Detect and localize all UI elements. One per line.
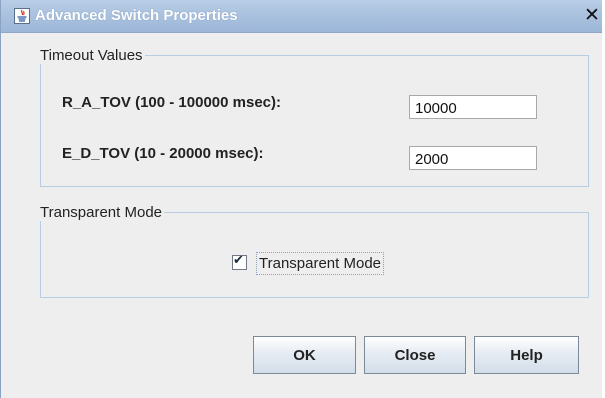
timeout-values-legend: Timeout Values [40,47,143,64]
transparent-mode-group: Transparent Mode [40,204,589,298]
advanced-switch-properties-dialog: Advanced Switch Properties ✕ Timeout Val… [0,0,602,398]
title-bar[interactable]: Advanced Switch Properties ✕ [1,0,602,33]
java-icon [14,8,30,24]
edtov-label: E_D_TOV (10 - 20000 msec): [62,145,264,162]
transparent-mode-checkbox[interactable]: ✔ [232,253,247,270]
ratov-input[interactable] [409,95,537,119]
ratov-label: R_A_TOV (100 - 100000 msec): [62,94,282,111]
ok-button[interactable]: OK [253,336,356,374]
help-button[interactable]: Help [474,336,579,374]
close-icon[interactable]: ✕ [584,4,600,26]
window-title: Advanced Switch Properties [35,7,238,24]
transparent-mode-checkbox-label[interactable]: Transparent Mode [256,252,385,275]
transparent-mode-legend: Transparent Mode [40,204,163,221]
checkmark-icon: ✔ [233,253,244,268]
edtov-input[interactable] [409,146,537,170]
close-button[interactable]: Close [364,336,466,374]
